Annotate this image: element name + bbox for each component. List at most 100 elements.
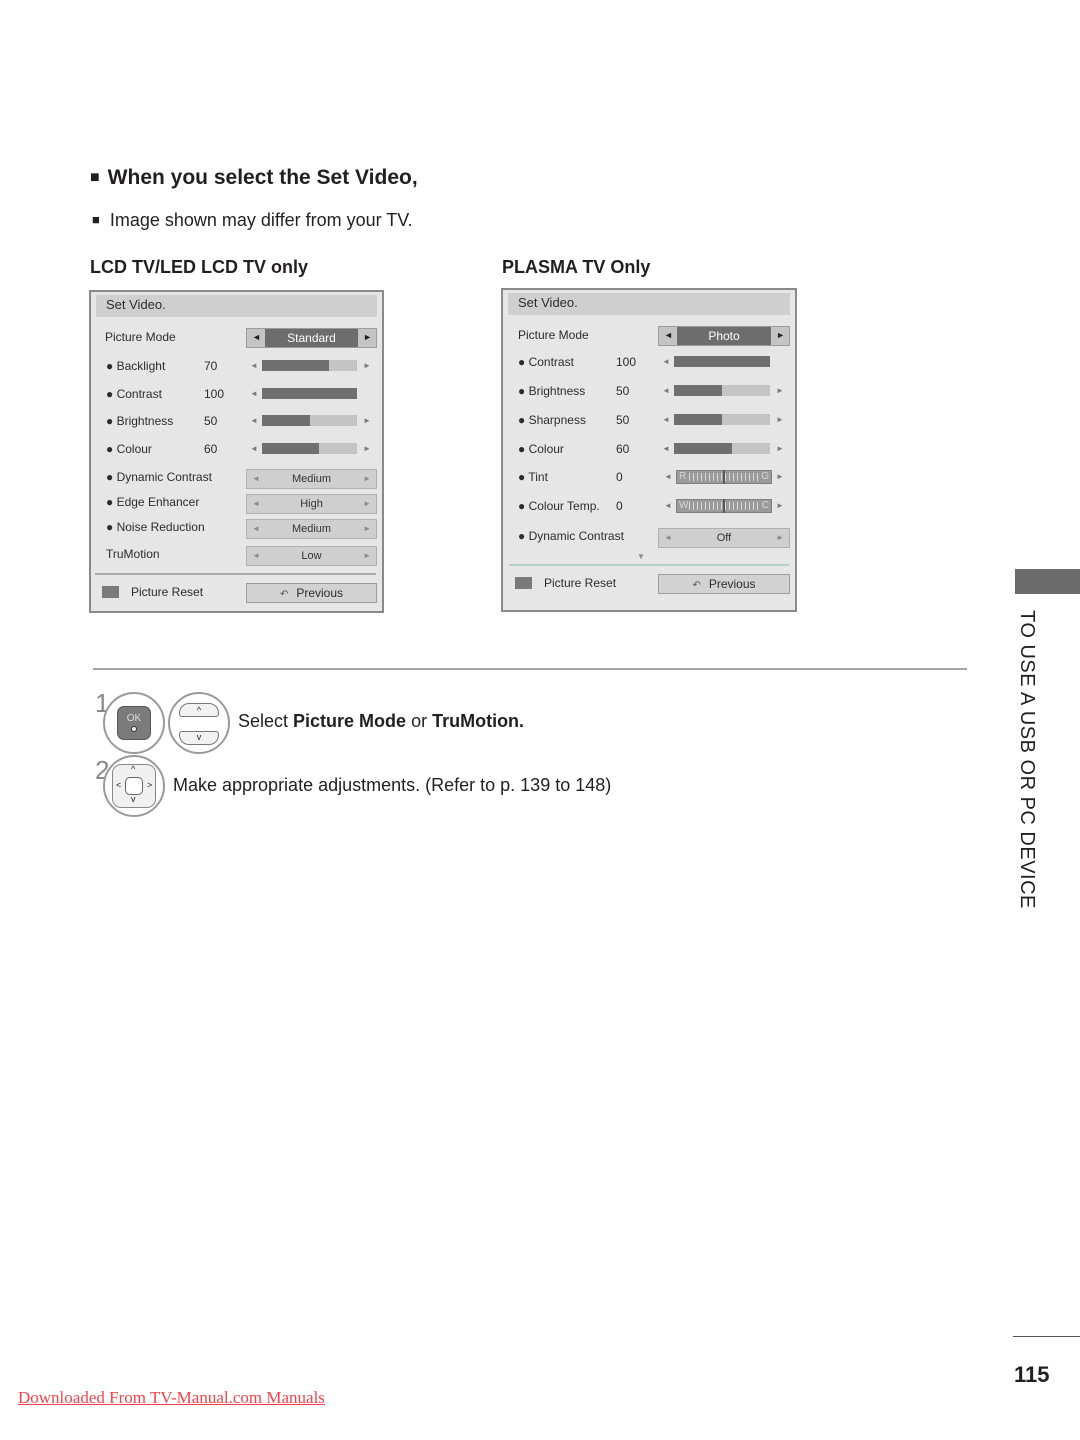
slider-fill (262, 415, 310, 427)
option-selector[interactable]: ◄ Off ► (658, 528, 790, 548)
option-row: ● Dynamic Contrast ◄ Medium ► (91, 467, 382, 489)
picture-mode-selector[interactable]: ◄ Photo ► (658, 326, 790, 346)
slider-track[interactable] (674, 356, 770, 367)
arrow-right-icon[interactable]: ► (776, 415, 784, 424)
step-1-text: Select Picture Mode or TruMotion. (238, 711, 525, 731)
footer-download-link[interactable]: Downloaded From TV-Manual.com Manuals (18, 1388, 325, 1408)
setting-label: ● Tint (518, 470, 548, 484)
arrow-right-icon[interactable]: ► (776, 386, 784, 395)
slider-row: ● Backlight 70 ◄ ► (91, 356, 382, 378)
gauge-left-label: W (679, 500, 689, 511)
setting-label: ● Backlight (106, 359, 166, 373)
arrow-right-icon[interactable]: ► (363, 332, 372, 342)
arrow-left-icon[interactable]: ◄ (662, 415, 670, 424)
slider-fill (674, 414, 722, 425)
nav-right-icon[interactable]: > (147, 780, 152, 790)
option-value: Off (716, 532, 732, 544)
option-selector[interactable]: ◄ Medium ► (246, 469, 377, 489)
arrow-right-icon[interactable]: ► (363, 361, 371, 370)
option-row: ● Noise Reduction ◄ Medium ► (91, 517, 382, 539)
nav-down-icon[interactable]: v (131, 794, 136, 804)
arrow-right-icon[interactable]: ► (776, 501, 784, 510)
plasma-set-video-panel: Set Video. Picture Mode ◄ Photo ► ● Cont… (501, 288, 797, 612)
arrow-left-icon[interactable]: ◄ (664, 501, 672, 510)
arrow-right-icon[interactable]: ► (363, 524, 371, 533)
up-down-button-circle: ^ v (168, 692, 230, 754)
arrow-left-icon[interactable]: ◄ (664, 330, 673, 340)
option-selector[interactable]: ◄ High ► (246, 494, 377, 514)
slider-track[interactable] (262, 415, 357, 427)
lcd-heading: LCD TV/LED LCD TV only (90, 257, 308, 277)
panel-title: Set Video. (96, 295, 377, 317)
arrow-left-icon[interactable]: ◄ (252, 332, 261, 342)
setting-label: ● Brightness (106, 414, 174, 429)
slider-track[interactable] (674, 443, 770, 454)
picture-reset-label[interactable]: Picture Reset (131, 585, 203, 599)
option-selector[interactable]: ◄ Low ► (246, 546, 377, 566)
setting-label: ● Sharpness (518, 413, 586, 427)
ok-button-icon[interactable]: OK (117, 706, 151, 740)
plasma-heading: PLASMA TV Only (502, 257, 651, 277)
ok-label: OK (126, 713, 142, 724)
option-selector[interactable]: ◄ Medium ► (246, 519, 377, 539)
lcd-set-video-panel: Set Video. Picture Mode ◄ Standard ► ● B… (89, 290, 384, 613)
more-indicator-icon[interactable]: ▼ (637, 552, 645, 561)
red-button-icon (515, 577, 532, 589)
picture-mode-value: Standard (265, 329, 358, 347)
setting-label: ● Brightness (518, 384, 586, 398)
setting-label: ● Colour Temp. (518, 499, 600, 513)
arrow-right-icon[interactable]: ► (363, 416, 371, 425)
down-button-icon[interactable]: v (179, 731, 219, 745)
arrow-right-icon[interactable]: ► (776, 533, 784, 542)
balance-gauge[interactable]: WC (676, 499, 772, 513)
page-number: 115 (1014, 1362, 1050, 1387)
picture-reset-label[interactable]: Picture Reset (544, 576, 616, 590)
center-button-icon[interactable] (125, 777, 143, 795)
slider-row: ● Contrast 100 ◄ (91, 384, 382, 406)
arrow-left-icon[interactable]: ◄ (250, 416, 258, 425)
balance-gauge[interactable]: RG (676, 470, 772, 484)
nav-left-icon[interactable]: < (116, 780, 121, 790)
arrow-right-icon[interactable]: ► (363, 444, 371, 453)
slider-track[interactable] (674, 414, 770, 425)
slider-row: ● Brightness 50 ◄ ► (503, 381, 795, 403)
arrow-right-icon[interactable]: ► (363, 551, 371, 560)
picture-mode-value: Photo (677, 327, 771, 345)
gauge-marker (723, 499, 725, 513)
setting-label: ● Dynamic Contrast (106, 470, 212, 484)
arrow-right-icon[interactable]: ► (776, 330, 785, 340)
arrow-left-icon[interactable]: ◄ (662, 357, 670, 366)
arrow-left-icon[interactable]: ◄ (662, 386, 670, 395)
previous-button[interactable]: ↶ Previous (246, 583, 377, 603)
arrow-right-icon[interactable]: ► (363, 474, 371, 483)
picture-mode-selector[interactable]: ◄ Standard ► (246, 328, 377, 348)
nav-up-icon[interactable]: ^ (131, 764, 135, 774)
arrow-left-icon[interactable]: ◄ (250, 389, 258, 398)
navigation-pad-icon[interactable]: ^ v < > (112, 764, 156, 808)
previous-icon: ↶ (692, 580, 701, 591)
slider-track[interactable] (674, 385, 770, 396)
slider-track[interactable] (262, 360, 357, 371)
arrow-left-icon[interactable]: ◄ (250, 361, 258, 370)
setting-label: ● Colour (518, 442, 564, 456)
setting-label: ● Colour (106, 442, 152, 457)
slider-fill (262, 360, 329, 371)
option-row: TruMotion ◄ Low ► (91, 544, 382, 566)
slider-row: ● Brightness 50 ◄ ► (91, 411, 382, 433)
arrow-right-icon[interactable]: ► (363, 499, 371, 508)
slider-track[interactable] (262, 387, 357, 399)
setting-value: 50 (616, 384, 630, 398)
previous-button[interactable]: ↶ Previous (658, 574, 790, 594)
slider-track[interactable] (262, 443, 357, 455)
arrow-right-icon[interactable]: ► (776, 472, 784, 481)
arrow-left-icon[interactable]: ◄ (664, 472, 672, 481)
setting-value: 50 (204, 414, 218, 429)
setting-value: 60 (616, 442, 630, 456)
gauge-right-label: C (761, 500, 769, 511)
arrow-right-icon[interactable]: ► (776, 444, 784, 453)
slider-row: ● Contrast 100 ◄ (503, 352, 795, 374)
slider-fill (674, 356, 770, 367)
arrow-left-icon[interactable]: ◄ (250, 444, 258, 453)
arrow-left-icon[interactable]: ◄ (662, 444, 670, 453)
up-button-icon[interactable]: ^ (179, 703, 219, 717)
